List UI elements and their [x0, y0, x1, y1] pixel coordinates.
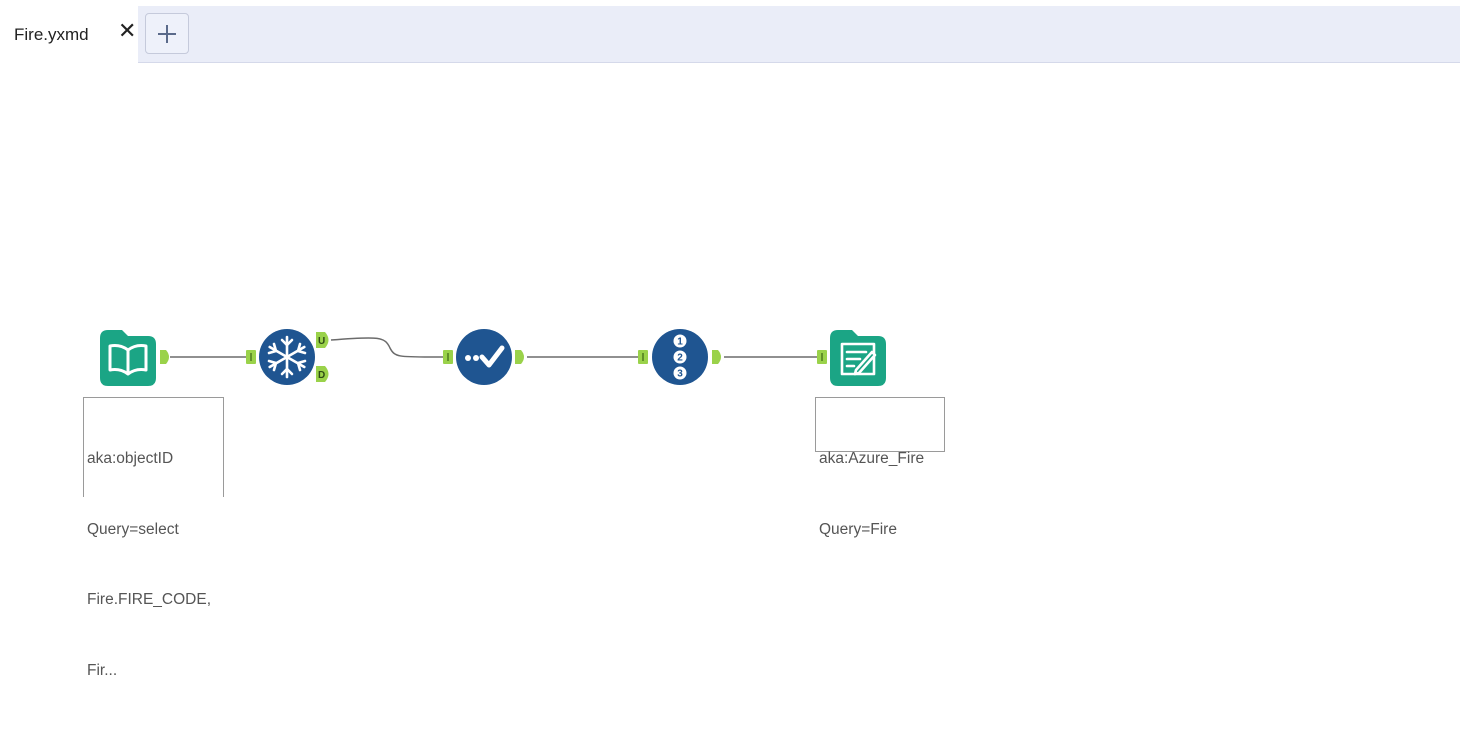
recordid-output-anchor[interactable] — [712, 350, 724, 364]
select-tool[interactable] — [456, 329, 512, 385]
tab-strip — [138, 6, 1460, 63]
unique-tool[interactable] — [259, 329, 315, 385]
annotation-line: Fir... — [87, 661, 118, 679]
annotation-line: Fire.FIRE_CODE, — [87, 591, 212, 608]
svg-text:2: 2 — [677, 353, 683, 364]
select-input-anchor[interactable] — [443, 350, 453, 364]
unique-output-anchor[interactable]: U — [316, 332, 332, 348]
tab-label: Fire.yxmd — [14, 25, 89, 44]
output-data-tool[interactable] — [830, 330, 886, 386]
recordid-input-anchor[interactable] — [638, 350, 648, 364]
input-tool-annotation: aka:objectID Query=select Fire.FIRE_CODE… — [83, 397, 224, 679]
svg-text:1: 1 — [677, 337, 683, 348]
duplicate-anchor-label: D — [318, 370, 325, 381]
plus-icon — [158, 24, 176, 43]
annotation-line: Query=Fire — [819, 520, 897, 538]
output-input-anchor[interactable] — [817, 350, 827, 364]
annotation-line: aka:objectID — [87, 450, 174, 467]
svg-text:3: 3 — [677, 369, 683, 380]
close-icon[interactable]: ✕ — [118, 20, 136, 42]
input-data-tool[interactable] — [100, 330, 156, 386]
tab-bar: Fire.yxmd ✕ — [0, 0, 1465, 66]
tab-fire-yxmd[interactable]: Fire.yxmd ✕ — [4, 6, 138, 62]
input-output-anchor[interactable] — [160, 350, 172, 364]
duplicate-output-anchor[interactable]: D — [316, 366, 332, 382]
record-id-tool[interactable]: 1 2 3 — [652, 329, 708, 385]
numbered-list-icon: 1 2 3 — [673, 334, 687, 380]
annotation-line: aka:Azure_Fire — [819, 450, 925, 467]
annotation-line: Query=select — [87, 520, 179, 538]
add-tab-button[interactable] — [145, 13, 189, 54]
select-output-anchor[interactable] — [515, 350, 527, 364]
output-tool-annotation: aka:Azure_Fire Query=Fire — [815, 397, 945, 538]
workflow-canvas[interactable]: U D 1 2 3 aka:objectID Query=select Fire… — [0, 66, 1465, 679]
unique-anchor-label: U — [318, 336, 325, 347]
unique-input-anchor[interactable] — [246, 350, 256, 364]
wire-unique-to-select[interactable] — [330, 337, 445, 358]
